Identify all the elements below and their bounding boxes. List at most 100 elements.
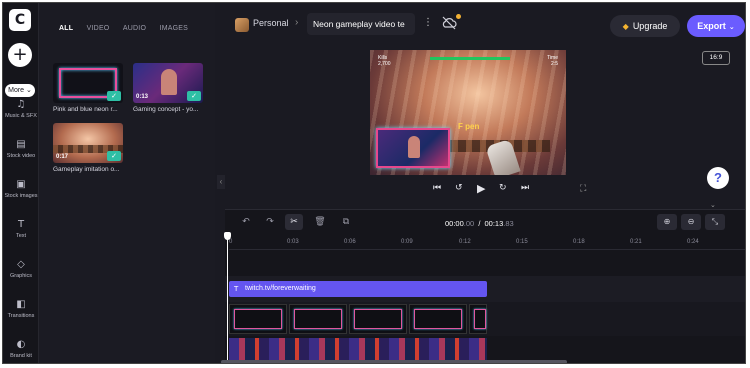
rail-item-stock-video[interactable]: ▤ Stock video xyxy=(3,139,39,159)
text-icon: T xyxy=(17,219,25,230)
current-time-fraction: .00 xyxy=(463,219,475,228)
breadcrumb-separator: › xyxy=(295,17,299,28)
project-title-input[interactable]: Neon gameplay video te xyxy=(307,13,415,35)
media-title: Gaming concept - yo... xyxy=(133,106,199,113)
rail-item-graphics[interactable]: ◇ Graphics xyxy=(3,259,39,279)
neon-frame-preview xyxy=(474,309,486,329)
rail-item-brand-kit[interactable]: ◐ Brand kit xyxy=(3,339,39,359)
neon-frame-clip[interactable] xyxy=(289,304,347,334)
split-icon[interactable]: ✂ xyxy=(285,214,303,230)
gamer-figure xyxy=(161,69,177,95)
music-note-icon: ♫ xyxy=(16,99,26,110)
zoom-in-icon[interactable]: ⊕ xyxy=(657,214,677,230)
health-bar xyxy=(430,57,510,60)
rail-item-music[interactable]: ♫ Music & SFX xyxy=(3,99,39,119)
cloud-sync-icon[interactable] xyxy=(441,16,457,30)
rail-item-label: Graphics xyxy=(9,273,32,279)
aspect-ratio-button[interactable]: 16:9 xyxy=(702,51,730,65)
media-thumbnail[interactable]: 0:13 ✓ xyxy=(133,63,203,103)
fullscreen-icon[interactable]: ⛶ xyxy=(580,184,586,194)
export-label: Export xyxy=(697,21,726,31)
ruler-tick: 0:21 xyxy=(630,239,642,245)
media-thumbnail[interactable]: 0:17 ✓ xyxy=(53,123,123,163)
add-media-button[interactable]: + xyxy=(8,43,32,67)
redo-icon[interactable]: ↷ xyxy=(261,214,279,230)
left-rail: C + More ⌄ ♫ Music & SFX ▤ Stock video ▣… xyxy=(3,3,39,363)
neon-frame-preview xyxy=(414,309,462,329)
tab-images[interactable]: IMAGES xyxy=(160,25,188,32)
brand-kit-icon: ◐ xyxy=(16,339,26,350)
neon-frame-clip[interactable] xyxy=(409,304,467,334)
shapes-icon: ◇ xyxy=(17,259,25,270)
duplicate-icon[interactable]: ⧉ xyxy=(337,214,355,230)
app-logo[interactable]: C xyxy=(9,9,31,31)
chevron-down-icon[interactable]: ⌄ xyxy=(710,201,716,209)
fit-to-screen-icon[interactable]: ⤡ xyxy=(705,214,725,230)
upgrade-button[interactable]: ◆ Upgrade xyxy=(610,15,680,37)
tab-audio[interactable]: AUDIO xyxy=(123,25,146,32)
ruler-tick: 0:09 xyxy=(401,239,413,245)
hud-left: Kills 2,700 xyxy=(378,55,391,67)
app-window: C + More ⌄ ♫ Music & SFX ▤ Stock video ▣… xyxy=(2,2,746,364)
rail-item-stock-images[interactable]: ▣ Stock images xyxy=(3,179,39,199)
skip-forward-icon[interactable]: ⏭ xyxy=(521,183,529,193)
gamer-figure xyxy=(408,136,420,158)
ruler-tick: 0:06 xyxy=(344,239,356,245)
delete-icon[interactable]: 🗑 xyxy=(311,214,329,230)
skip-back-icon[interactable]: ⏮ xyxy=(433,183,441,193)
zoom-out-icon[interactable]: ⊖ xyxy=(681,214,701,230)
undo-icon[interactable]: ↶ xyxy=(237,214,255,230)
text-clip-label: twitch.tv/foreverwaiting xyxy=(245,285,316,292)
export-button[interactable]: Export ⌄ xyxy=(687,15,745,37)
rail-item-transitions[interactable]: ◧ Transitions xyxy=(3,299,39,319)
status-dot xyxy=(456,14,461,19)
transition-icon: ◧ xyxy=(16,299,26,310)
media-thumbnail[interactable]: ✓ xyxy=(53,63,123,103)
forward-icon[interactable]: ↻ xyxy=(499,183,507,193)
upgrade-label: Upgrade xyxy=(632,21,668,31)
playhead[interactable] xyxy=(227,234,228,363)
neon-frame-preview xyxy=(354,309,402,329)
collapse-panel-handle[interactable]: ‹ xyxy=(217,175,225,189)
neon-frame-clip[interactable] xyxy=(469,304,487,334)
timeline-ruler[interactable]: 0 0:03 0:06 0:09 0:12 0:15 0:18 0:21 0:2… xyxy=(229,236,745,250)
ruler-tick: 0:24 xyxy=(687,239,699,245)
playhead-handle[interactable] xyxy=(224,232,231,240)
workspace-avatar xyxy=(235,18,249,32)
check-icon: ✓ xyxy=(187,91,201,101)
more-button[interactable]: More ⌄ xyxy=(5,84,35,97)
tab-video[interactable]: VIDEO xyxy=(87,25,110,32)
neon-frame-preview xyxy=(294,309,342,329)
more-options-icon[interactable]: ⋮ xyxy=(423,17,433,28)
neon-frame-clip[interactable] xyxy=(349,304,407,334)
rail-item-label: Text xyxy=(15,233,27,239)
time-separator: / xyxy=(478,219,481,228)
rail-item-text[interactable]: T Text xyxy=(3,219,39,239)
image-icon: ▣ xyxy=(16,179,26,190)
horizontal-scrollbar[interactable] xyxy=(221,360,567,363)
neon-frame-clip[interactable] xyxy=(229,304,287,334)
rewind-icon[interactable]: ↺ xyxy=(455,183,463,193)
tab-all[interactable]: ALL xyxy=(59,25,73,32)
play-icon[interactable]: ▶ xyxy=(477,182,485,195)
overlay-text: F pen xyxy=(458,122,480,131)
timeline-toolbar: ↶ ↷ ✂ 🗑 ⧉ 00:00.00 / 00:13.83 ⊕ ⊖ ⤡ xyxy=(225,210,745,234)
text-clip[interactable]: Ttwitch.tv/foreverwaiting xyxy=(229,281,487,297)
ruler-tick: 0 xyxy=(229,239,233,245)
media-tabs: ALL VIDEO AUDIO IMAGES xyxy=(59,17,197,32)
webcam-overlay[interactable] xyxy=(376,128,450,168)
workspace-name[interactable]: Personal xyxy=(253,18,289,28)
video-preview[interactable]: Kills 2,700 Time 2:5 F pen xyxy=(370,50,566,175)
media-title: Gameplay imitation o... xyxy=(53,166,120,173)
help-button[interactable]: ? xyxy=(707,167,729,189)
total-time: 00:13 xyxy=(484,219,504,228)
total-time-fraction: .83 xyxy=(503,219,514,228)
rail-item-label: Brand kit xyxy=(10,353,32,359)
video-clip[interactable] xyxy=(229,338,487,360)
diamond-icon: ◆ xyxy=(622,22,629,31)
timeline: ↶ ↷ ✂ 🗑 ⧉ 00:00.00 / 00:13.83 ⊕ ⊖ ⤡ 0 0:… xyxy=(221,209,745,363)
media-title: Pink and blue neon r... xyxy=(53,106,118,113)
text-icon: T xyxy=(234,285,239,293)
media-panel: ALL VIDEO AUDIO IMAGES ✓ Pink and blue n… xyxy=(39,3,215,363)
rail-item-label: Stock images xyxy=(4,193,38,199)
